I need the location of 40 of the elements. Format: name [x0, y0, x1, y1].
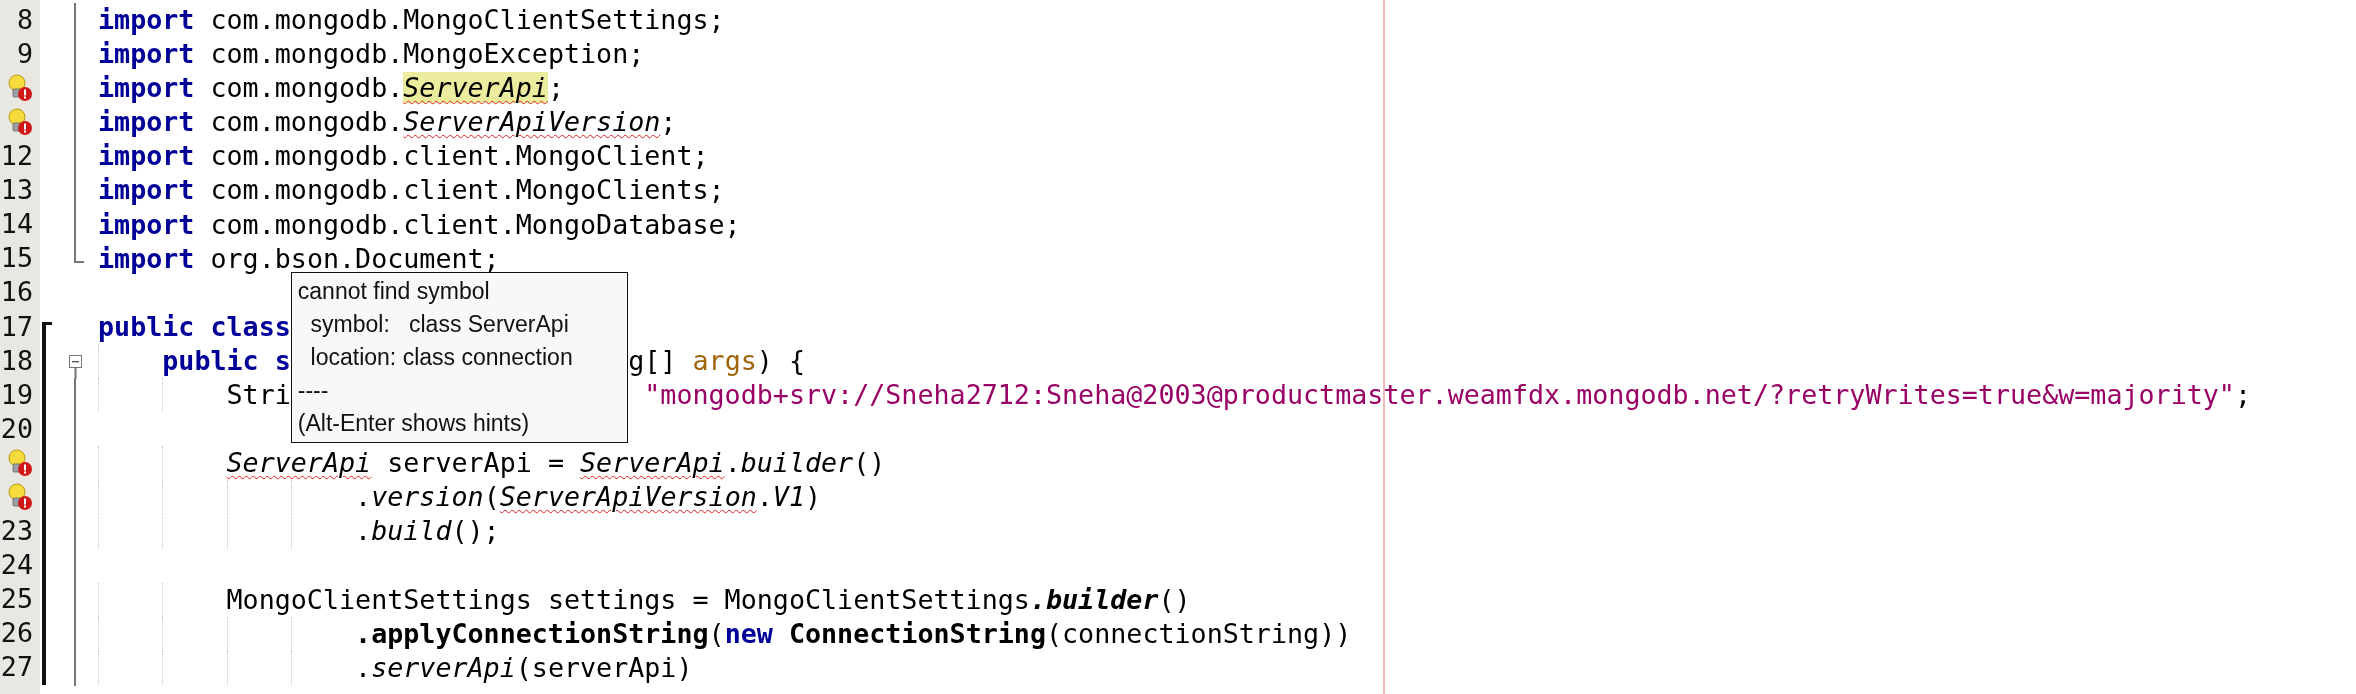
tooltip-text: symbol: class ServerApi: [309, 310, 570, 339]
line-number: 27: [0, 654, 33, 682]
lightbulb-error-icon[interactable]: [7, 74, 33, 103]
line-number: 20: [0, 415, 33, 443]
line-number: 26: [0, 620, 33, 648]
line-number: 14: [0, 211, 33, 238]
code-line: import com.mongodb.client.MongoClients;: [98, 173, 725, 208]
line-number: 25: [0, 586, 33, 613]
code-line: .applyConnectionString(new ConnectionString(connectionString)): [98, 616, 1352, 651]
line-number: 18: [0, 347, 33, 375]
lightbulb-error-icon[interactable]: [7, 108, 33, 137]
code-line: import org.bson.Document;: [98, 241, 500, 276]
code-line: ServerApi serverApi = ServerApi.builder(): [98, 446, 886, 481]
line-number: 8: [16, 6, 33, 34]
code-line: MongoClientSettings settings = MongoClientSettings.builder(): [98, 582, 1191, 617]
line-number: 17: [0, 313, 33, 341]
code-line: .build();: [98, 514, 500, 549]
tooltip-text: location: class connection: [309, 343, 574, 372]
code-line: .serverApi(serverApi): [98, 650, 693, 685]
code-line: import com.mongodb.client.MongoClient;: [98, 139, 709, 174]
code-line: public class: [98, 309, 291, 344]
line-number: 16: [0, 279, 33, 307]
line-number: 19: [0, 381, 33, 409]
line-number: 23: [0, 518, 33, 545]
code-line: import com.mongodb.MongoClientSettings;: [98, 3, 725, 37]
line-number: 9: [16, 40, 33, 68]
tooltip-text: (Alt-Enter shows hints): [297, 409, 531, 438]
code-line: import com.mongodb.client.MongoDatabase;: [98, 207, 741, 242]
code-line: .version(ServerApiVersion.V1): [98, 480, 822, 515]
code-line: import com.mongodb.ServerApi;: [98, 71, 564, 106]
line-number: 13: [0, 177, 33, 204]
line-number: 12: [0, 143, 33, 170]
lightbulb-error-icon[interactable]: [7, 483, 33, 512]
tooltip-text: cannot find symbol: [297, 277, 491, 306]
lightbulb-error-icon[interactable]: [7, 449, 33, 478]
line-number: 15: [0, 245, 33, 273]
code-line: import com.mongodb.MongoException;: [98, 37, 645, 72]
line-number: 24: [0, 552, 33, 579]
code-line: import com.mongodb.ServerApiVersion;: [98, 105, 677, 140]
tooltip-text: ----: [297, 376, 330, 405]
